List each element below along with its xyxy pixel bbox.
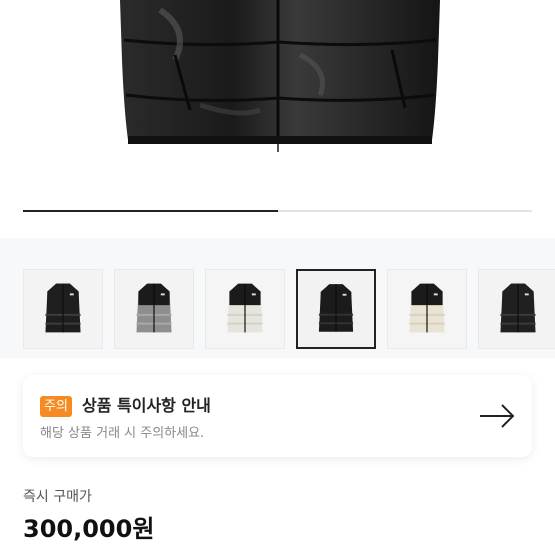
notice-title: 상품 특이사항 안내: [82, 396, 211, 415]
down-vest-image: [120, 0, 440, 152]
carousel-progress-fill: [23, 210, 278, 212]
thumbnail-cream-black-vest[interactable]: [387, 269, 467, 349]
vest-thumbnail-image: [227, 283, 263, 333]
thumbnail-strip: [23, 269, 555, 349]
instant-buy-price: 300,000원: [23, 515, 155, 543]
product-hero-image[interactable]: [0, 0, 555, 238]
instant-buy-price-label: 즉시 구매가: [23, 489, 92, 505]
thumbnail-black-vest[interactable]: [478, 269, 555, 349]
vest-thumbnail-image: [318, 284, 354, 332]
vest-thumbnail-image: [409, 283, 445, 333]
warning-badge: 주의: [40, 396, 72, 417]
thumbnail-black-glossy-vest[interactable]: [23, 269, 103, 349]
vest-thumbnail-image: [45, 283, 81, 333]
thumbnail-black-matte-vest[interactable]: [296, 269, 376, 349]
notice-subtitle: 해당 상품 거래 시 주의하세요.: [40, 426, 205, 441]
vest-thumbnail-image: [136, 283, 172, 333]
thumbnail-ivory-black-vest[interactable]: [205, 269, 285, 349]
thumbnail-grey-black-vest[interactable]: [114, 269, 194, 349]
product-notice-card[interactable]: 주의 상품 특이사항 안내 해당 상품 거래 시 주의하세요.: [23, 375, 532, 457]
vest-thumbnail-image: [500, 283, 536, 333]
arrow-right-icon[interactable]: [479, 404, 515, 428]
carousel-progress-track: [23, 210, 532, 212]
